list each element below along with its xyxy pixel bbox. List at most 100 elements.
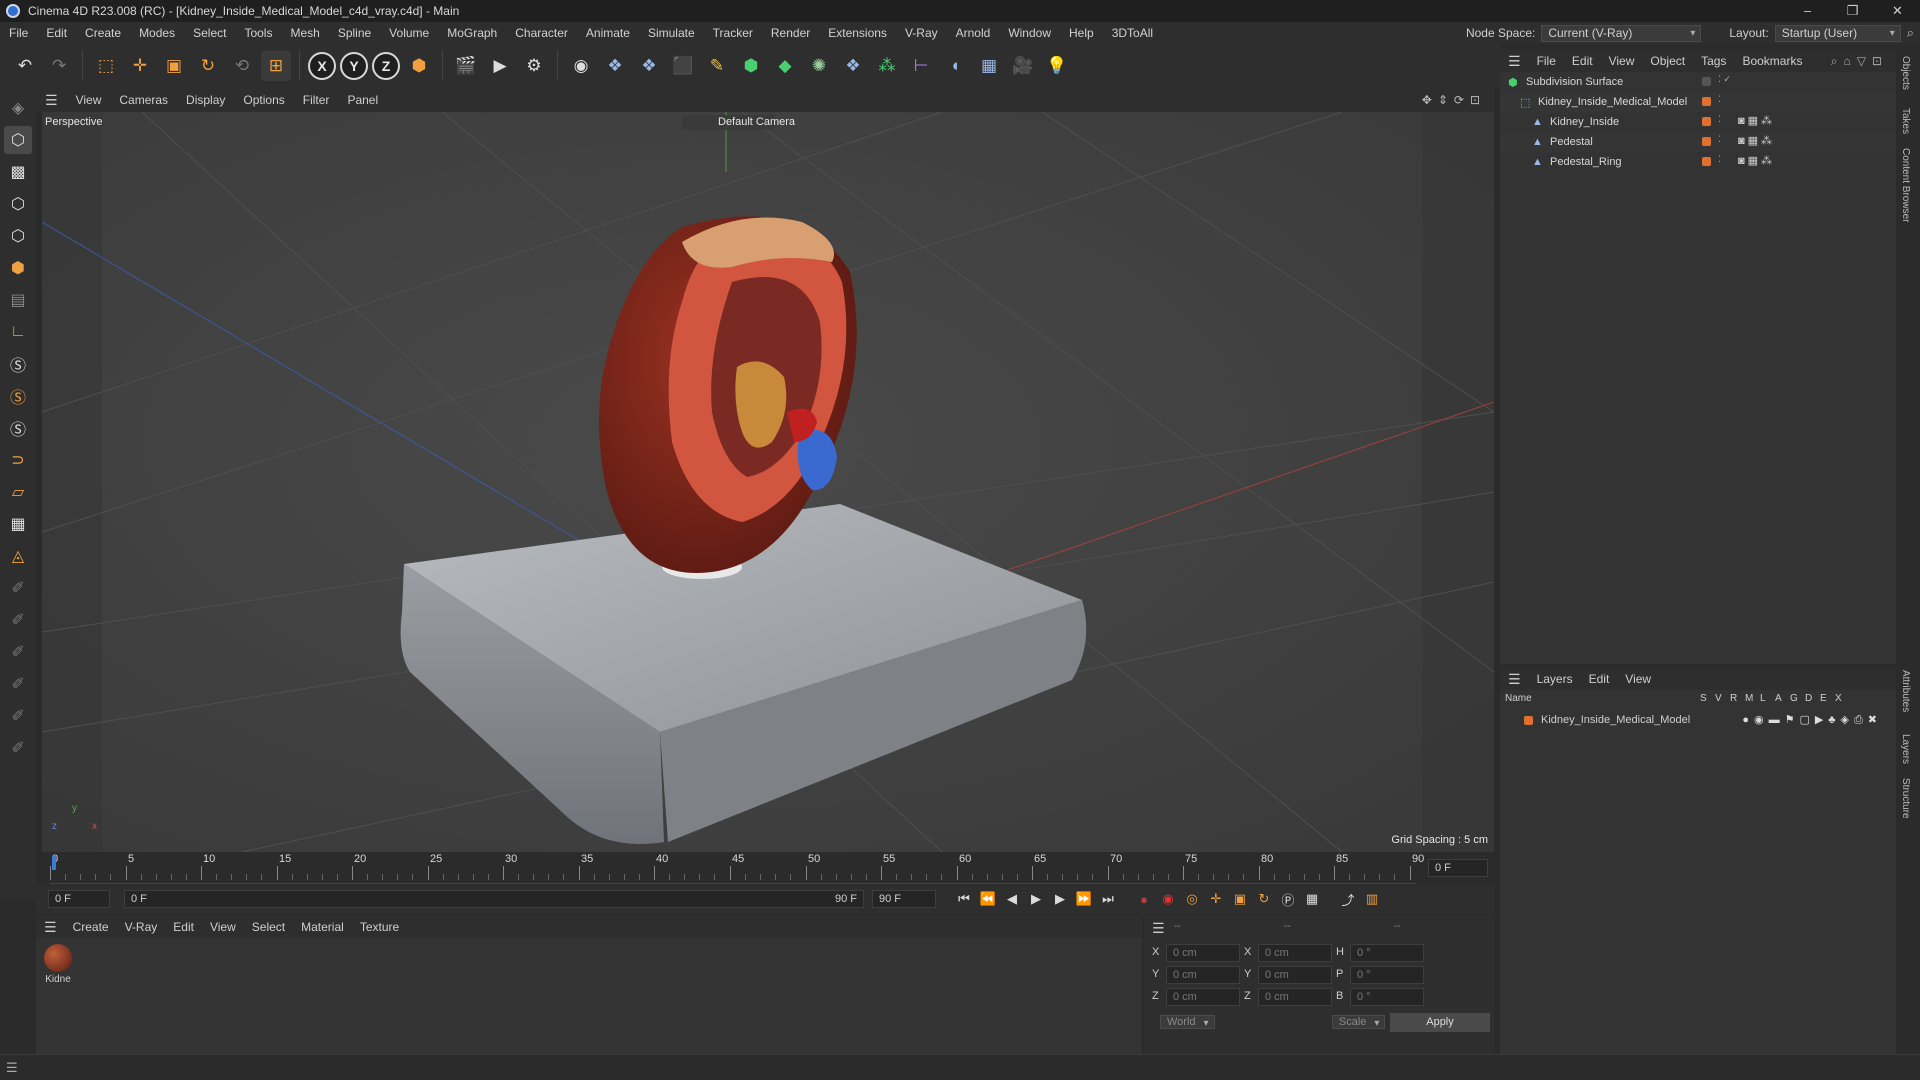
snap-icon[interactable]: Ⓢ	[4, 350, 32, 378]
position-key-icon[interactable]: ✛	[1204, 887, 1228, 911]
goto-start-icon[interactable]: ⏮	[952, 887, 976, 911]
magnet-icon[interactable]: ⊃	[4, 446, 32, 474]
tab-attributes[interactable]: Attributes	[1900, 670, 1911, 712]
undo-icon[interactable]: ↶	[10, 51, 40, 81]
camera-icon[interactable]: 🎥	[1008, 51, 1038, 81]
menu-vray[interactable]: V-Ray	[896, 26, 947, 40]
material-menu-texture[interactable]: Texture	[352, 920, 407, 934]
coord-value-field[interactable]: 0 cm	[1166, 966, 1240, 984]
rotation-key-icon[interactable]: ↻	[1252, 887, 1276, 911]
material-item[interactable]: Kidne	[42, 944, 74, 985]
object-tree-row[interactable]: ▲ Pedestal ⁚ ◙▦⁂	[1500, 132, 1896, 152]
tab-objects[interactable]: Objects	[1900, 56, 1911, 90]
goto-end-icon[interactable]: ⏭	[1096, 887, 1120, 911]
menu-animate[interactable]: Animate	[577, 26, 639, 40]
workplane-icon[interactable]: ▱	[4, 478, 32, 506]
extrude-icon[interactable]: ◆	[770, 51, 800, 81]
redo-icon[interactable]: ↷	[44, 51, 74, 81]
tab-content-browser[interactable]: Content Browser	[1900, 148, 1911, 222]
end-frame-field[interactable]: 90 F	[872, 890, 936, 908]
menu-simulate[interactable]: Simulate	[639, 26, 704, 40]
material-tag-icons[interactable]: ◙▦⁂	[1738, 114, 1775, 127]
menu-edit[interactable]: Edit	[37, 26, 76, 40]
pen-spline-icon[interactable]: ✎	[702, 51, 732, 81]
render-view-icon[interactable]: 🎬	[451, 51, 481, 81]
object-layer-color[interactable]	[1702, 117, 1711, 126]
viewport-navigation-icons[interactable]: ✥⇕⟳⊡	[1422, 93, 1494, 107]
menu-tracker[interactable]: Tracker	[704, 26, 762, 40]
material-hamburger-icon[interactable]: ☰	[36, 919, 65, 936]
object-name[interactable]: Kidney_Inside_Medical_Model	[1538, 96, 1687, 108]
viewport-menu-display[interactable]: Display	[177, 93, 234, 107]
coords-hamburger-icon[interactable]: ☰	[1152, 920, 1165, 937]
cube-icon[interactable]: ⬛	[668, 51, 698, 81]
coord-value-field[interactable]: 0 °	[1350, 944, 1424, 962]
preview-range-slider[interactable]: 0 F 90 F	[124, 890, 864, 908]
edges-mode-icon[interactable]: ⬡	[4, 222, 32, 250]
object-menu-edit[interactable]: Edit	[1564, 54, 1601, 68]
object-name[interactable]: Pedestal	[1550, 136, 1593, 148]
menu-window[interactable]: Window	[999, 26, 1060, 40]
layer-menu-layers[interactable]: Layers	[1529, 672, 1581, 686]
z-axis-lock-icon[interactable]: Z	[372, 52, 400, 80]
rig-icon[interactable]: ✐	[4, 702, 32, 730]
keyframe-selection-icon[interactable]: ◎	[1180, 887, 1204, 911]
object-manager-tool-icons[interactable]: ⌕⌂▽⊡	[1831, 54, 1896, 69]
material-menu-view[interactable]: View	[202, 920, 244, 934]
material-menu-vray[interactable]: V-Ray	[117, 920, 166, 934]
object-tree-row[interactable]: ▲ Pedestal_Ring ⁚ ◙▦⁂	[1500, 152, 1896, 172]
vray-icon[interactable]: ◉	[566, 51, 596, 81]
object-visibility-icon[interactable]: ⁚	[1718, 134, 1721, 145]
world-coordinates-icon[interactable]: ⬢	[404, 51, 434, 81]
rotate-icon[interactable]: ↻	[193, 51, 223, 81]
next-frame-icon[interactable]: ▶	[1048, 887, 1072, 911]
viewport-menu-filter[interactable]: Filter	[294, 93, 339, 107]
object-menu-file[interactable]: File	[1529, 54, 1564, 68]
object-name[interactable]: Kidney_Inside	[1550, 116, 1619, 128]
object-hamburger-icon[interactable]: ☰	[1500, 53, 1529, 70]
apply-button[interactable]: Apply	[1390, 1013, 1490, 1032]
coord-value-field[interactable]: 0 cm	[1166, 944, 1240, 962]
restore-button[interactable]: ❐	[1830, 3, 1875, 19]
play-icon[interactable]: ▶	[1024, 887, 1048, 911]
snap-settings-icon[interactable]: Ⓢ	[4, 382, 32, 410]
quantize-icon[interactable]: Ⓢ	[4, 414, 32, 442]
material-menu-edit[interactable]: Edit	[165, 920, 202, 934]
paint-icon[interactable]: ✐	[4, 638, 32, 666]
close-button[interactable]: ✕	[1875, 3, 1920, 19]
material-tag-icons[interactable]: ◙▦⁂	[1738, 154, 1775, 167]
menu-create[interactable]: Create	[76, 26, 130, 40]
object-visibility-icon[interactable]: ⁚	[1718, 114, 1721, 125]
object-visibility-icon[interactable]: ⁚ ✓	[1718, 74, 1731, 85]
menu-spline[interactable]: Spline	[329, 26, 380, 40]
python-icon-2[interactable]: ❖	[634, 51, 664, 81]
current-frame-field[interactable]: 0 F	[1428, 859, 1488, 877]
menu-mesh[interactable]: Mesh	[281, 26, 328, 40]
planar-workplane-icon[interactable]: ◬	[4, 542, 32, 570]
start-frame-field[interactable]: 0 F	[48, 890, 110, 908]
material-menu-create[interactable]: Create	[65, 920, 117, 934]
coord-value-field[interactable]: 0 °	[1350, 966, 1424, 984]
interpolation-icon[interactable]: ⤴	[1336, 887, 1360, 911]
auto-key-icon[interactable]: ◉	[1156, 887, 1180, 911]
viewport-menu-cameras[interactable]: Cameras	[110, 93, 177, 107]
object-menu-object[interactable]: Object	[1642, 54, 1693, 68]
object-menu-view[interactable]: View	[1601, 54, 1643, 68]
brush-icon[interactable]: ✐	[4, 574, 32, 602]
move-icon[interactable]: ✛	[125, 51, 155, 81]
menu-file[interactable]: File	[0, 26, 37, 40]
render-picture-viewer-icon[interactable]: ▶	[485, 51, 515, 81]
model-mode-icon[interactable]: ⬡	[4, 126, 32, 154]
x-axis-lock-icon[interactable]: X	[308, 52, 336, 80]
object-visibility-icon[interactable]: ⁚	[1718, 94, 1721, 105]
coordinate-system-icon[interactable]: ⊞	[261, 51, 291, 81]
coord-value-field[interactable]: 0 °	[1350, 988, 1424, 1006]
layer-toggle-icons[interactable]: ●◉▬⚑▢▶♣◈⎙✖	[1742, 713, 1896, 727]
menu-modes[interactable]: Modes	[130, 26, 184, 40]
polygons-mode-icon[interactable]: ⬢	[4, 254, 32, 282]
mograph-cloner-icon[interactable]: ✺	[804, 51, 834, 81]
layout-dropdown[interactable]: Startup (User)	[1774, 24, 1901, 42]
knife-icon[interactable]: ✐	[4, 734, 32, 762]
material-tag-icons[interactable]: ◙▦⁂	[1738, 134, 1775, 147]
points-mode-icon[interactable]: ⬡	[4, 190, 32, 218]
